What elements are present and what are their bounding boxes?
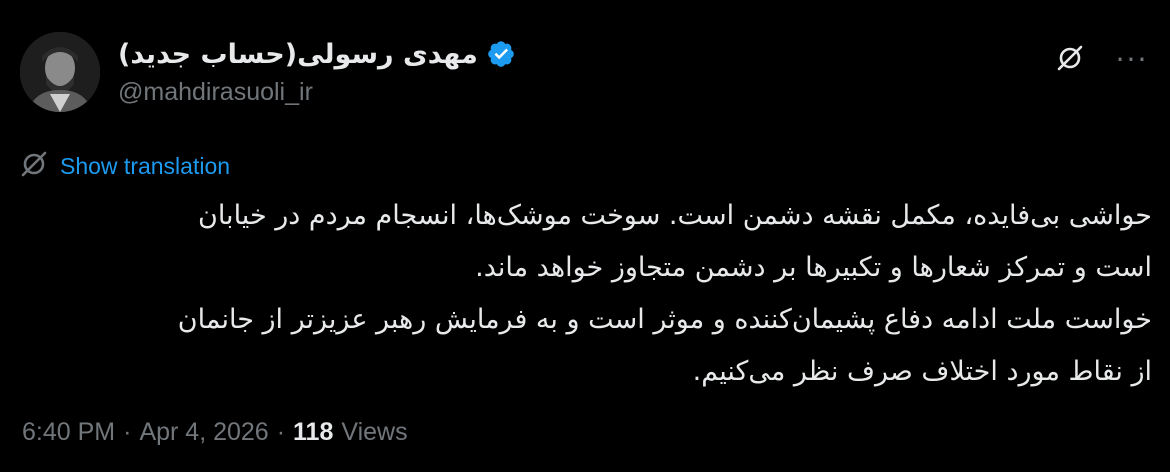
show-translation-link[interactable]: Show translation (60, 153, 230, 180)
top-actions: ··· (1048, 38, 1154, 82)
meta-separator: · (276, 418, 286, 446)
grok-icon (1054, 42, 1086, 78)
more-options-icon: ··· (1115, 43, 1149, 76)
show-translation-row[interactable]: Show translation (18, 148, 230, 184)
tweet-line: حواشی بی‌فایده، مکمل نقشه دشمن است. سوخت… (198, 200, 1152, 231)
avatar[interactable] (20, 32, 100, 112)
tweet-meta: 6:40 PM · Apr 4, 2026 · 118 Views (22, 418, 408, 447)
display-name[interactable]: مهدی رسولی(حساب جدید) (118, 39, 478, 70)
author-name-row: مهدی رسولی(حساب جدید) (118, 34, 516, 74)
tweet-time[interactable]: 6:40 PM (22, 418, 115, 447)
views-label: Views (341, 418, 408, 446)
meta-separator: · (123, 418, 132, 446)
views-count[interactable]: 118 (293, 418, 333, 447)
avatar-image (20, 32, 100, 112)
translate-icon (18, 148, 50, 184)
tweet: مهدی رسولی(حساب جدید) @mahdirasuoli_ir ·… (0, 0, 1170, 472)
tweet-line: خواست ملت ادامه دفاع پشیمان‌کننده و موثر… (177, 304, 1152, 335)
verified-badge-icon (486, 39, 516, 69)
tweet-line: از نقاط مورد اختلاف صرف نظر می‌کنیم. (692, 356, 1152, 387)
author-handle[interactable]: @mahdirasuoli_ir (118, 78, 313, 107)
more-options-button[interactable]: ··· (1110, 38, 1154, 82)
tweet-text: حواشی بی‌فایده، مکمل نقشه دشمن است. سوخت… (20, 190, 1152, 398)
tweet-date[interactable]: Apr 4, 2026 (139, 418, 268, 447)
grok-button[interactable] (1048, 38, 1092, 82)
tweet-line: است و تمرکز شعارها و تکبیرها بر دشمن متج… (475, 252, 1152, 283)
